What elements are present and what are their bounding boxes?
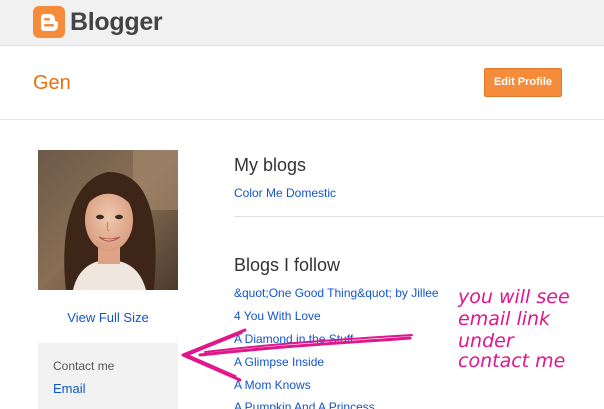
followed-blog-link[interactable]: A Mom Knows [234,377,311,393]
top-bar: Blogger [0,0,604,46]
section-divider [234,216,604,217]
followed-blog-link[interactable]: 4 You With Love [234,308,321,324]
my-blogs-title: My blogs [234,155,307,175]
annotation-note: under [458,330,514,352]
view-full-size-link[interactable]: View Full Size [38,310,178,325]
followed-blog-link[interactable]: A Diamond in the Stuff [234,331,353,347]
followed-blog-link[interactable]: A Glimpse Inside [234,354,324,370]
contact-label: Contact me [53,359,115,373]
logo-text[interactable]: Blogger [70,8,163,36]
blogger-logo-icon[interactable] [33,6,65,38]
followed-blog-link[interactable]: &quot;One Good Thing&quot; by Jillee [234,285,439,301]
annotation-note: you will see [458,286,570,308]
annotation-note: email link [458,308,551,330]
annotation-note: contact me [458,350,566,372]
blogs-follow-title: Blogs I follow [234,255,341,275]
followed-blog-link[interactable]: A Pumpkin And A Princess [234,399,375,409]
my-blog-link[interactable]: Color Me Domestic [234,185,336,201]
profile-name: Gen [33,72,71,94]
email-link[interactable]: Email [53,381,86,396]
contact-box: Contact me Email [38,343,178,409]
profile-photo[interactable] [38,150,178,290]
profile-header: Gen Edit Profile [0,47,604,120]
edit-profile-button[interactable]: Edit Profile [484,68,562,97]
